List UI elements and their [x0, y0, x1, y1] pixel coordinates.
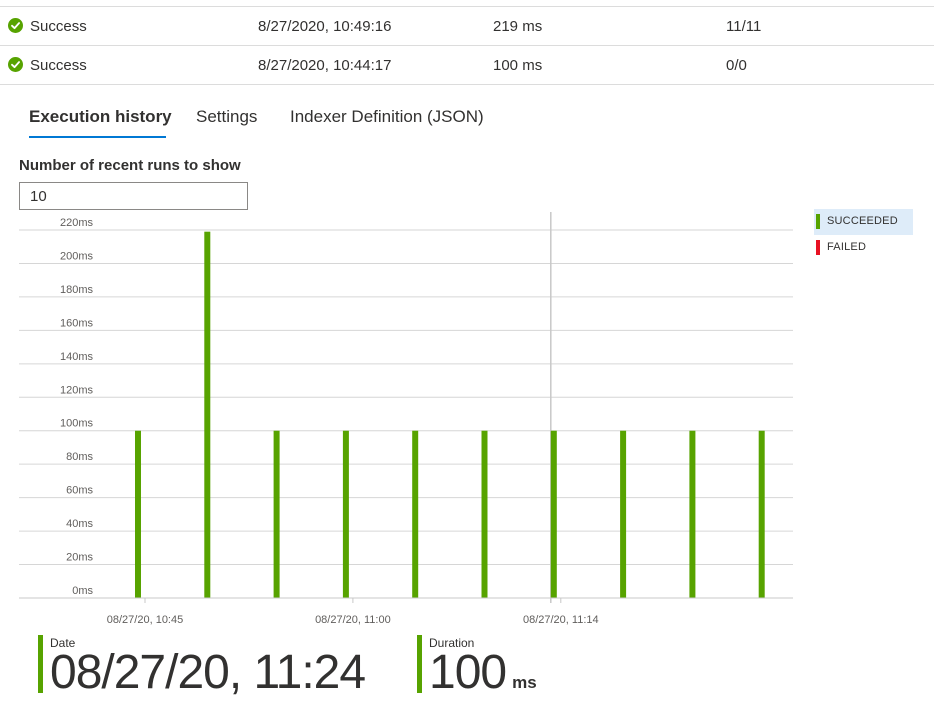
date-stat-value: 08/27/20, 11:24 [50, 646, 366, 699]
chart-bars [135, 231, 765, 598]
legend-label-failed: FAILED [827, 241, 867, 253]
bar-succeeded[interactable] [481, 430, 488, 598]
bar-succeeded[interactable] [550, 430, 557, 598]
date-stat-bar [38, 635, 43, 693]
y-tick-label: 140ms [60, 351, 94, 363]
run-time: 8/27/2020, 10:49:16 [258, 18, 392, 35]
duration-stat-unit: ms [512, 673, 537, 692]
x-tick-label: 08/27/20, 10:45 [107, 614, 183, 626]
y-tick-label: 120ms [60, 384, 94, 396]
success-check-icon [8, 57, 23, 72]
success-check-icon [8, 18, 23, 33]
x-tick-label: 08/27/20, 11:00 [315, 614, 391, 626]
recent-runs-label: Number of recent runs to show [19, 157, 241, 174]
y-tick-label: 40ms [66, 518, 93, 530]
chart-legend: SUCCEEDED FAILED [814, 209, 913, 261]
y-tick-label: 100ms [60, 418, 94, 430]
y-tick-label: 20ms [66, 552, 93, 564]
run-docs: 11/11 [726, 18, 762, 35]
run-duration: 100 ms [493, 57, 543, 74]
chart-x-axis: 08/27/20, 10:45 08/27/20, 11:00 08/27/20, … [19, 597, 793, 626]
execution-history-chart: 0ms 20ms 40ms 60ms 80ms 100ms 120ms 140ms 160ms 1… [19, 212, 793, 626]
y-tick-label: 160ms [60, 317, 94, 329]
run-status: Success [30, 57, 87, 74]
bar-succeeded[interactable] [204, 231, 211, 598]
legend-item-succeeded[interactable]: SUCCEEDED [814, 209, 913, 235]
bar-succeeded[interactable] [620, 430, 627, 598]
y-tick-label: 220ms [60, 217, 94, 229]
tab-indexer-definition[interactable]: Indexer Definition (JSON) [290, 107, 484, 127]
y-tick-label: 200ms [60, 250, 94, 262]
bar-succeeded[interactable] [758, 430, 765, 598]
run-status: Success [30, 18, 87, 35]
duration-stat-bar [417, 635, 422, 693]
y-tick-label: 80ms [66, 451, 93, 463]
duration-stat-number: 100 [429, 646, 507, 699]
run-time: 8/27/2020, 10:44:17 [258, 57, 392, 74]
bar-succeeded[interactable] [135, 430, 141, 598]
legend-swatch-succeeded [816, 214, 820, 229]
y-tick-label: 0ms [72, 585, 93, 597]
table-row[interactable]: Success 8/27/2020, 10:49:16 219 ms 11/11 [0, 7, 934, 46]
tab-execution-history[interactable]: Execution history [29, 107, 172, 127]
active-tab-indicator [29, 136, 166, 138]
table-row[interactable]: Success 8/27/2020, 10:44:17 100 ms 0/0 [0, 46, 934, 85]
legend-swatch-failed [816, 240, 820, 255]
duration-stat-value: 100 ms [429, 645, 537, 711]
chart-y-axis: 0ms 20ms 40ms 60ms 80ms 100ms 120ms 140ms 160ms 1… [60, 217, 94, 597]
bar-succeeded[interactable] [273, 430, 280, 598]
run-docs: 0/0 [726, 57, 747, 74]
runs-table: Success 8/27/2020, 10:49:16 219 ms 11/11… [0, 6, 934, 85]
y-tick-label: 180ms [60, 284, 94, 296]
x-tick-label: 08/27/20, 11:14 [523, 614, 599, 626]
run-duration: 219 ms [493, 18, 543, 35]
bar-succeeded[interactable] [689, 430, 696, 598]
bar-succeeded[interactable] [342, 430, 349, 598]
y-tick-label: 60ms [66, 485, 93, 497]
legend-label-succeeded: SUCCEEDED [827, 215, 898, 227]
tab-settings[interactable]: Settings [196, 107, 257, 127]
bar-succeeded[interactable] [412, 430, 419, 598]
legend-item-failed[interactable]: FAILED [814, 235, 913, 261]
